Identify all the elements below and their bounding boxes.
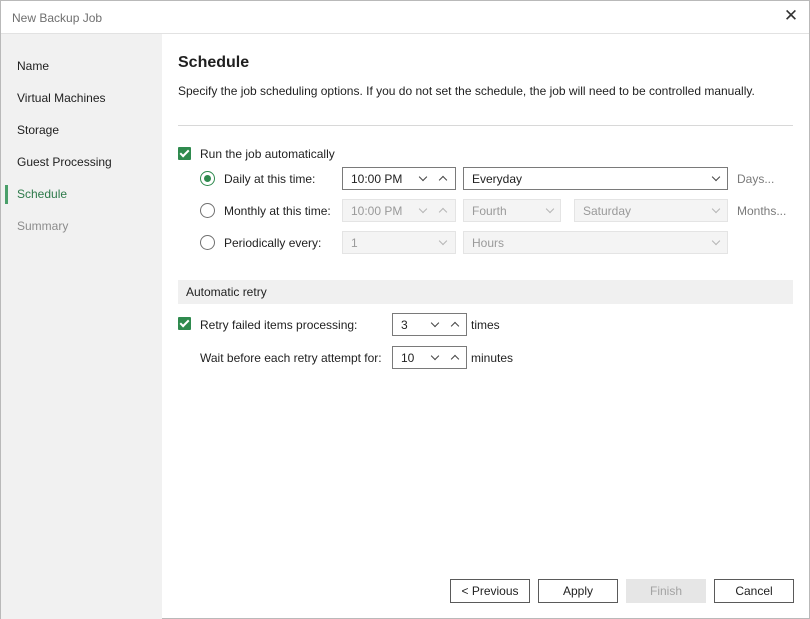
- schedule-panel: Schedule Specify the job scheduling opti…: [162, 34, 810, 619]
- periodically-unit-select: Hours: [463, 231, 728, 254]
- chevron-down-icon: [709, 203, 723, 217]
- divider: [178, 125, 793, 126]
- sidebar-item-virtual-machines[interactable]: Virtual Machines: [1, 86, 162, 110]
- previous-button[interactable]: < Previous: [450, 579, 530, 603]
- chevron-up-icon[interactable]: [448, 317, 462, 331]
- cancel-button[interactable]: Cancel: [714, 579, 794, 603]
- sidebar-item-storage[interactable]: Storage: [1, 118, 162, 142]
- wizard-steps-sidebar: Name Virtual Machines Storage Guest Proc…: [1, 34, 162, 619]
- sidebar-item-summary: Summary: [17, 219, 69, 233]
- run-automatically-checkbox[interactable]: [178, 147, 191, 160]
- retry-count-stepper[interactable]: 3: [392, 313, 467, 336]
- new-backup-job-window: New Backup Job ✕ Name Virtual Machines S…: [0, 0, 810, 619]
- chevron-up-icon: [436, 203, 450, 217]
- daily-days-value: Everyday: [472, 172, 523, 186]
- sidebar-item-guest-processing[interactable]: Guest Processing: [1, 150, 162, 174]
- monthly-radio[interactable]: [200, 203, 215, 218]
- automatic-retry-header: Automatic retry: [178, 280, 793, 304]
- finish-button: Finish: [626, 579, 706, 603]
- periodically-value: 1: [351, 236, 358, 250]
- wait-minutes-stepper[interactable]: 10: [392, 346, 467, 369]
- chevron-down-icon: [416, 203, 430, 217]
- wait-minutes-unit: minutes: [471, 351, 514, 365]
- monthly-week-value: Fourth: [472, 204, 507, 218]
- apply-button[interactable]: Apply: [538, 579, 618, 603]
- daily-label: Daily at this time:: [224, 172, 316, 186]
- periodically-unit-value: Hours: [472, 236, 505, 250]
- close-icon[interactable]: ✕: [782, 7, 800, 25]
- wait-retry-label: Wait before each retry attempt for:: [200, 351, 382, 365]
- retry-failed-label: Retry failed items processing:: [200, 318, 358, 332]
- monthly-day-select: Saturday: [574, 199, 728, 222]
- monthly-time-value: 10:00 PM: [351, 204, 403, 218]
- daily-time-input[interactable]: 10:00 PM: [342, 167, 456, 190]
- retry-failed-checkbox[interactable]: [178, 317, 191, 330]
- title-bar: New Backup Job ✕: [1, 1, 809, 34]
- days-link[interactable]: Days...: [737, 172, 774, 186]
- daily-days-select[interactable]: Everyday: [463, 167, 728, 190]
- monthly-week-select: Fourth: [463, 199, 561, 222]
- page-title: Schedule: [178, 54, 250, 71]
- chevron-down-icon: [543, 203, 557, 217]
- monthly-label: Monthly at this time:: [224, 204, 331, 218]
- retry-count-value: 3: [401, 318, 408, 332]
- chevron-down-icon[interactable]: [709, 171, 723, 185]
- periodically-label: Periodically every:: [224, 236, 322, 250]
- chevron-down-icon[interactable]: [416, 171, 430, 185]
- page-description: Specify the job scheduling options. If y…: [178, 84, 755, 98]
- wait-minutes-value: 10: [401, 351, 415, 365]
- chevron-down-icon: [709, 235, 723, 249]
- months-link[interactable]: Months...: [737, 204, 786, 218]
- daily-radio[interactable]: [200, 171, 215, 186]
- sidebar-item-name[interactable]: Name: [1, 54, 162, 78]
- retry-count-unit: times: [471, 318, 500, 332]
- monthly-day-value: Saturday: [583, 204, 632, 218]
- chevron-down-icon: [436, 235, 450, 249]
- daily-time-value: 10:00 PM: [351, 172, 403, 186]
- automatic-retry-title: Automatic retry: [186, 285, 267, 299]
- sidebar-item-schedule[interactable]: Schedule: [1, 182, 162, 206]
- window-title: New Backup Job: [12, 11, 103, 25]
- chevron-up-icon[interactable]: [436, 171, 450, 185]
- chevron-up-icon[interactable]: [448, 350, 462, 364]
- periodically-radio[interactable]: [200, 235, 215, 250]
- periodically-value-select: 1: [342, 231, 456, 254]
- run-automatically-label: Run the job automatically: [200, 147, 335, 161]
- monthly-time-input: 10:00 PM: [342, 199, 456, 222]
- chevron-down-icon[interactable]: [428, 350, 442, 364]
- chevron-down-icon[interactable]: [428, 317, 442, 331]
